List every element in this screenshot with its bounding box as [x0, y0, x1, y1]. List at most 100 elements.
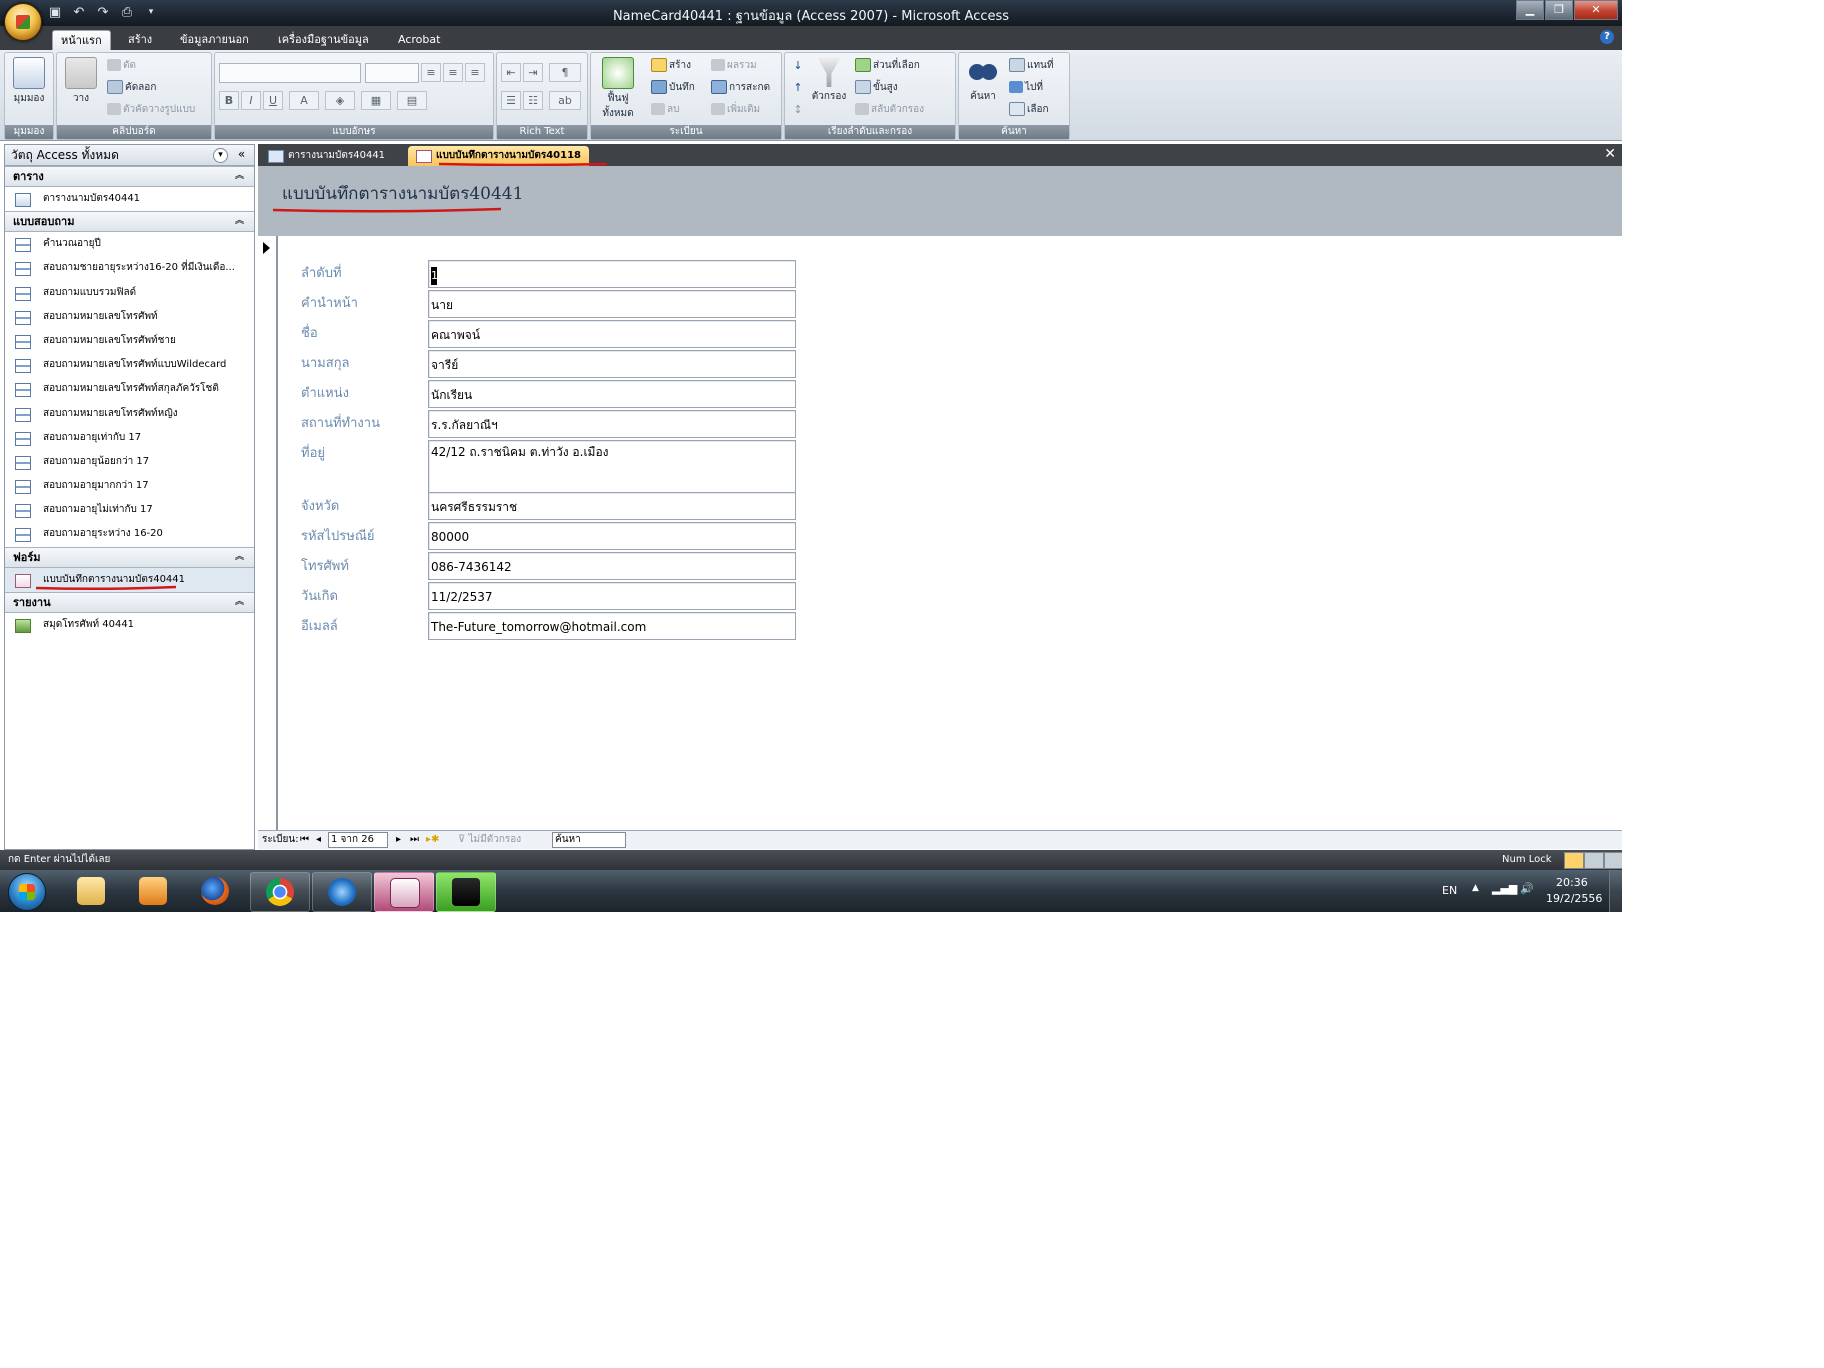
gridlines-icon[interactable]: ▦	[361, 91, 391, 110]
toggle-filter-button[interactable]: สลับตัวกรอง	[855, 101, 924, 119]
field-address[interactable]: 42/12 ถ.ราชนิคม ต.ท่าวัง อ.เมือง	[428, 440, 796, 498]
tray-expand-icon[interactable]: ▲	[1472, 883, 1479, 893]
nav-group-queries[interactable]: แบบสอบถาม ︽	[5, 211, 254, 233]
field-email[interactable]: The-Future_tomorrow@hotmail.com	[428, 612, 796, 640]
taskbar-access[interactable]	[374, 872, 434, 912]
show-desktop-button[interactable]	[1609, 870, 1622, 912]
no-filter-indicator[interactable]: ⊽ ไม่มีตัวกรอง	[458, 833, 521, 847]
nav-pane-header[interactable]: วัตถุ Access ทั้งหมด ▾ «	[5, 145, 254, 166]
select-button[interactable]: เลือก	[1009, 101, 1049, 119]
tab-database-tools[interactable]: เครื่องมือฐานข้อมูล	[270, 30, 377, 50]
field-first-name[interactable]: คณาพจน์	[428, 320, 796, 348]
nav-item-query[interactable]: สอบถามแบบรวมฟิลด์	[5, 281, 254, 305]
taskbar-explorer[interactable]	[62, 872, 120, 910]
doc-tab-table[interactable]: ตารางนามบัตร40441	[260, 146, 393, 166]
alternate-fill-icon[interactable]: ▤	[397, 91, 427, 110]
font-color-button[interactable]: A	[289, 91, 319, 110]
paste-button[interactable]: วาง	[61, 57, 101, 106]
taskbar-firefox[interactable]	[186, 872, 244, 910]
field-birth-date[interactable]: 11/2/2537	[428, 582, 796, 610]
design-view-icon[interactable]	[1604, 852, 1622, 869]
nav-item-query[interactable]: สอบถามอายุมากกว่า 17	[5, 474, 254, 498]
fill-color-icon[interactable]: ◈	[325, 91, 355, 110]
cut-button[interactable]: ตัด	[107, 57, 136, 75]
clock-date[interactable]: 19/2/2556	[1546, 892, 1602, 905]
nav-group-tables[interactable]: ตาราง ︽	[5, 166, 254, 187]
nav-item-query[interactable]: สอบถามอายุเท่ากับ 17	[5, 426, 254, 450]
field-last-name[interactable]: จารีย์	[428, 350, 796, 378]
record-search-input[interactable]: ค้นหา	[552, 832, 626, 848]
new-record-icon[interactable]: ▸✱	[426, 833, 439, 847]
underline-button[interactable]: U	[263, 91, 283, 110]
paragraph-icon[interactable]: ¶	[549, 63, 581, 82]
layout-view-icon[interactable]	[1584, 852, 1604, 869]
previous-record-icon[interactable]: ◂	[316, 833, 321, 847]
field-order[interactable]: 1	[428, 260, 796, 288]
form-view-icon[interactable]	[1564, 852, 1584, 869]
field-province[interactable]: นครศรีธรรมราช	[428, 492, 796, 520]
field-workplace[interactable]: ร.ร.กัลยาณีฯ	[428, 410, 796, 438]
tab-home[interactable]: หน้าแรก	[52, 30, 111, 51]
replace-button[interactable]: แทนที่	[1009, 57, 1053, 75]
numbering-icon[interactable]: ☰	[501, 91, 521, 110]
nav-item-form[interactable]: แบบบันทึกตารางนามบัตร40441	[5, 567, 254, 592]
nav-item-report[interactable]: สมุดโทรศัพท์ 40441	[5, 613, 254, 637]
nav-group-reports[interactable]: รายงาน ︽	[5, 591, 254, 613]
font-size-dropdown[interactable]	[365, 63, 419, 83]
bold-button[interactable]: B	[219, 91, 239, 110]
field-phone[interactable]: 086-7436142	[428, 552, 796, 580]
record-selector[interactable]	[258, 236, 278, 830]
delete-record-button[interactable]: ลบ	[651, 101, 679, 119]
selection-button[interactable]: ส่วนที่เลือก	[855, 57, 920, 75]
save-record-button[interactable]: บันทึก	[651, 79, 695, 97]
tab-create[interactable]: สร้าง	[120, 30, 160, 50]
minimize-button[interactable]: ▁	[1516, 0, 1544, 20]
clear-sort-icon[interactable]: ↕	[789, 101, 807, 118]
nav-item-query[interactable]: สอบถามหมายเลขโทรศัพท์แบบWildecard	[5, 353, 254, 377]
close-document-icon[interactable]: ✕	[1604, 146, 1616, 162]
start-button[interactable]	[8, 873, 46, 911]
increase-indent-icon[interactable]: ⇥	[523, 63, 543, 82]
align-left-icon[interactable]: ≡	[421, 63, 441, 82]
close-button[interactable]: ✕	[1574, 0, 1618, 20]
taskbar-steam[interactable]	[436, 872, 496, 912]
totals-button[interactable]: ผลรวม	[711, 57, 757, 75]
maximize-button[interactable]: ❐	[1545, 0, 1573, 20]
nav-item-query[interactable]: สอบถามหมายเลขโทรศัพท์หญิง	[5, 402, 254, 426]
taskbar-media-player[interactable]	[124, 872, 182, 910]
shutter-bar-close-icon[interactable]: «	[235, 148, 248, 161]
advanced-button[interactable]: ขั้นสูง	[855, 79, 898, 97]
clock-time[interactable]: 20:36	[1556, 876, 1588, 889]
field-postal-code[interactable]: 80000	[428, 522, 796, 550]
find-button[interactable]: ค้นหา	[963, 57, 1003, 104]
language-indicator[interactable]: EN	[1442, 884, 1457, 897]
highlight-icon[interactable]: ab	[549, 91, 581, 110]
format-painter-button[interactable]: ตัวคัดวางรูปแบบ	[107, 101, 195, 119]
nav-group-forms[interactable]: ฟอร์ม ︽	[5, 546, 254, 568]
office-button[interactable]	[4, 3, 42, 41]
sort-ascending-icon[interactable]: ↓	[789, 57, 807, 74]
field-position[interactable]: นักเรียน	[428, 380, 796, 408]
align-center-icon[interactable]: ≡	[443, 63, 463, 82]
field-title[interactable]: นาย	[428, 290, 796, 318]
volume-icon[interactable]: 🔊	[1520, 882, 1534, 895]
goto-button[interactable]: ไปที่	[1009, 79, 1043, 97]
tab-acrobat[interactable]: Acrobat	[390, 30, 448, 50]
copy-button[interactable]: คัดลอก	[107, 79, 156, 97]
italic-button[interactable]: I	[241, 91, 261, 110]
nav-item-query[interactable]: สอบถามหมายเลขโทรศัพท์	[5, 305, 254, 329]
network-icon[interactable]: ▂▄▆	[1492, 882, 1517, 895]
nav-item-query[interactable]: คำนวณอายุปี	[5, 232, 254, 256]
spelling-button[interactable]: การสะกด	[711, 79, 770, 97]
font-name-dropdown[interactable]	[219, 63, 361, 83]
taskbar-chrome[interactable]	[250, 872, 310, 912]
first-record-icon[interactable]: ⏮	[300, 833, 309, 847]
last-record-icon[interactable]: ⏭	[410, 833, 419, 847]
taskbar-internet-explorer[interactable]	[312, 872, 372, 912]
nav-item-query[interactable]: สอบถามอายุไม่เท่ากับ 17	[5, 498, 254, 522]
sort-descending-icon[interactable]: ↑	[789, 79, 807, 96]
nav-item-query[interactable]: สอบถามหมายเลขโทรศัพท์สกุลภัควัรโชติ	[5, 377, 254, 401]
more-button[interactable]: เพิ่มเติม	[711, 101, 760, 119]
nav-item-query[interactable]: สอบถามชายอายุระหว่าง16-20 ที่มีเงินเดือ.…	[5, 256, 254, 280]
view-button[interactable]: มุมมอง	[9, 57, 49, 106]
